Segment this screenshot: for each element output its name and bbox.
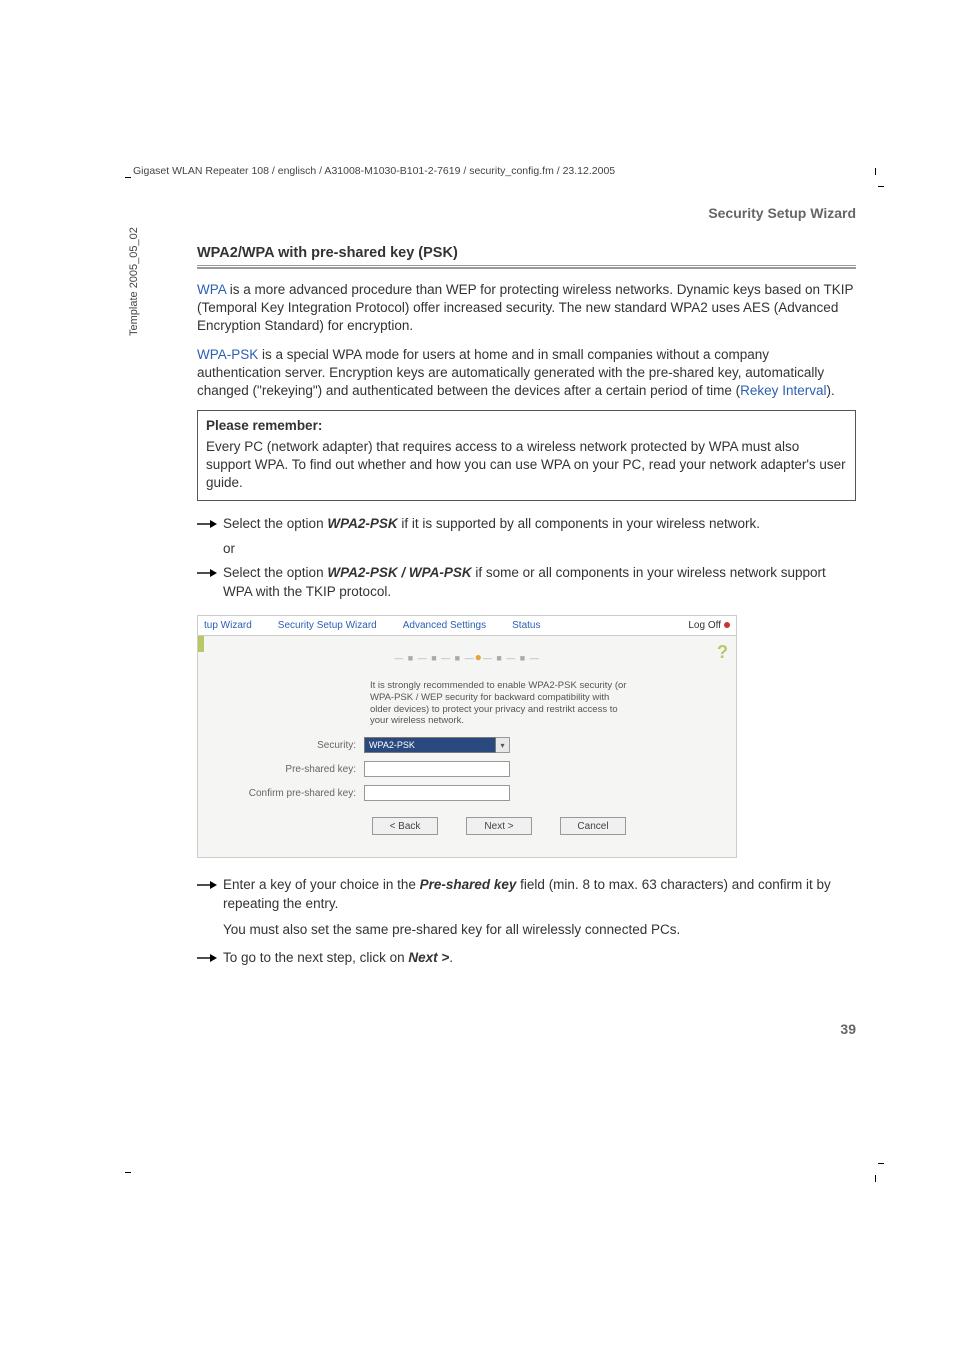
page-number: 39 — [840, 1021, 856, 1037]
chevron-down-icon[interactable]: ▾ — [496, 737, 510, 753]
back-button[interactable]: < Back — [372, 817, 438, 835]
row-confirm: Confirm pre-shared key: — [216, 785, 718, 801]
section-title: WPA2/WPA with pre-shared key (PSK) — [197, 245, 856, 261]
label-security: Security: — [216, 740, 364, 751]
label-confirm: Confirm pre-shared key: — [216, 788, 364, 799]
confirm-psk-input[interactable] — [364, 785, 510, 801]
arrow-icon — [197, 568, 217, 578]
ss-tab-bar: tup Wizard Security Setup Wizard Advance… — [198, 616, 736, 636]
psk-input[interactable] — [364, 761, 510, 777]
or-text: or — [223, 541, 856, 556]
row-psk: Pre-shared key: — [216, 761, 718, 777]
note-box: Please remember: Every PC (network adapt… — [197, 410, 856, 501]
wizard-stepper: — ■ — ■ — ■ —●— ■ — ■ — — [216, 650, 718, 664]
embedded-screenshot: tup Wizard Security Setup Wizard Advance… — [197, 615, 737, 859]
step-1: Select the option WPA2-PSK if it is supp… — [197, 515, 856, 533]
ss-description: It is strongly recommended to enable WPA… — [370, 680, 630, 728]
link-wpa: WPA — [197, 282, 226, 297]
logoff-icon — [724, 622, 730, 628]
cancel-button[interactable]: Cancel — [560, 817, 626, 835]
step-3-sub: You must also set the same pre-shared ke… — [223, 921, 856, 939]
note-body: Every PC (network adapter) that requires… — [206, 438, 847, 493]
tab-setup-wizard-cut[interactable]: tup Wizard — [204, 620, 252, 631]
arrow-icon — [197, 880, 217, 890]
note-title: Please remember: — [206, 417, 847, 435]
label-psk: Pre-shared key: — [216, 764, 364, 775]
arrow-icon — [197, 519, 217, 529]
step-2: Select the option WPA2-PSK / WPA-PSK if … — [197, 564, 856, 600]
meta-line: Gigaset WLAN Repeater 108 / englisch / A… — [130, 165, 856, 177]
tab-security-setup[interactable]: Security Setup Wizard — [278, 620, 377, 631]
title-rule — [197, 265, 856, 269]
next-button[interactable]: Next > — [466, 817, 532, 835]
link-rekey: Rekey Interval — [740, 383, 826, 398]
help-icon[interactable]: ? — [717, 642, 728, 663]
tab-advanced[interactable]: Advanced Settings — [403, 620, 486, 631]
ss-button-row: < Back Next > Cancel — [372, 817, 718, 835]
logoff-link[interactable]: Log Off — [688, 620, 730, 631]
paragraph-wpa-psk: WPA-PSK is a special WPA mode for users … — [197, 346, 856, 401]
row-security: Security: WPA2-PSK ▾ — [216, 737, 718, 753]
page-header: Security Setup Wizard — [130, 205, 856, 221]
security-select[interactable]: WPA2-PSK — [364, 737, 496, 753]
tab-status[interactable]: Status — [512, 620, 540, 631]
paragraph-wpa: WPA is a more advanced procedure than WE… — [197, 281, 856, 336]
link-wpa-psk: WPA-PSK — [197, 347, 258, 362]
ss-side-accent — [198, 636, 204, 652]
arrow-icon — [197, 953, 217, 963]
step-3: Enter a key of your choice in the Pre-sh… — [197, 876, 856, 912]
step-4: To go to the next step, click on Next >. — [197, 949, 856, 967]
page-content: Gigaset WLAN Repeater 108 / englisch / A… — [130, 165, 856, 975]
